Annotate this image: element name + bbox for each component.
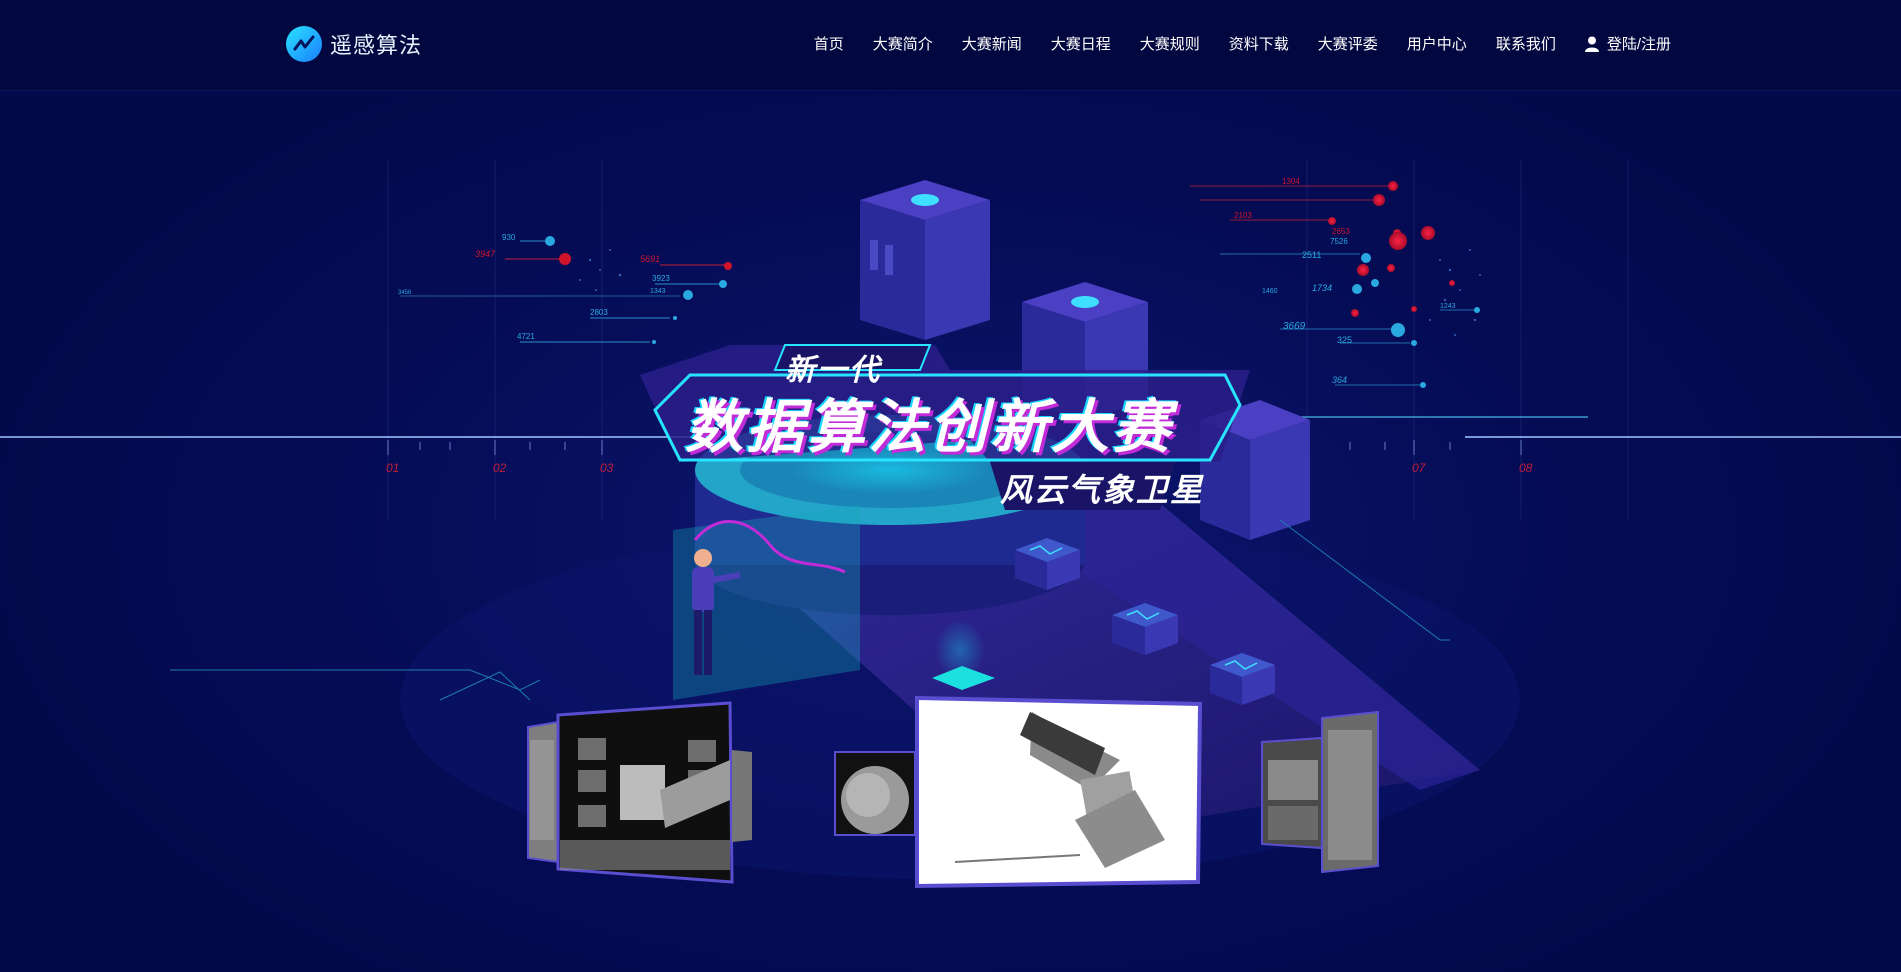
nav-item-rules[interactable]: 大赛规则 xyxy=(1140,33,1200,54)
marker-label: 1304 xyxy=(1282,177,1300,186)
login-register-label: 登陆/注册 xyxy=(1606,36,1671,53)
hero-title-block: 新一代 数据算法创新大赛 风云气象卫星 xyxy=(655,345,1255,525)
nav-item-home[interactable]: 首页 xyxy=(814,33,844,54)
marker-label: 1460 xyxy=(1262,288,1278,295)
gallery-card-right-1 xyxy=(1261,736,1323,850)
main-nav: 首页 大赛简介 大赛新闻 大赛日程 大赛规则 资料下载 大赛评委 用户中心 联系… xyxy=(814,33,1671,54)
marker-label: 1243 xyxy=(1440,303,1456,310)
marker-label: 325 xyxy=(1337,335,1352,345)
gallery-card-satellite-diagram xyxy=(556,701,734,884)
nav-item-news[interactable]: 大赛新闻 xyxy=(962,33,1022,54)
marker-label: 7526 xyxy=(1330,237,1348,246)
nav-item-contact[interactable]: 联系我们 xyxy=(1496,33,1556,54)
page: 遥感算法 首页 大赛简介 大赛新闻 大赛日程 大赛规则 资料下载 大赛评委 用户… xyxy=(0,0,1901,972)
gallery-card-earth xyxy=(834,751,916,836)
hero-illustration: 01 02 03 07 08 930 3947 5691 3923 1343 3… xyxy=(0,160,1901,889)
marker-label: 3456 xyxy=(398,290,412,296)
left-data-markers: 930 3947 5691 3923 1343 3456 2803 4721 xyxy=(398,233,732,344)
hero-title: 数据算法创新大赛 xyxy=(685,395,1174,460)
logo-icon xyxy=(286,26,322,62)
axis-tick-label: 07 xyxy=(1412,461,1427,475)
logo-text: 遥感算法 xyxy=(330,33,423,58)
marker-label: 3669 xyxy=(1283,321,1306,332)
user-icon xyxy=(1584,36,1599,52)
axis-tick-label: 02 xyxy=(493,461,507,475)
nav-item-judges[interactable]: 大赛评委 xyxy=(1318,33,1378,54)
marker-label: 2803 xyxy=(590,308,608,317)
marker-label: 3923 xyxy=(652,274,670,283)
axis-tick-label: 01 xyxy=(386,461,399,475)
login-register-link[interactable]: 登陆/注册 xyxy=(1584,33,1671,54)
nav-item-downloads[interactable]: 资料下载 xyxy=(1229,33,1289,54)
marker-label: 1343 xyxy=(650,288,666,295)
marker-label: 2103 xyxy=(1234,211,1252,220)
site-logo[interactable]: 遥感算法 xyxy=(286,26,422,62)
nav-item-schedule[interactable]: 大赛日程 xyxy=(1051,33,1111,54)
gallery-card-right-2 xyxy=(1321,710,1379,874)
gallery-card-satellite-main xyxy=(915,695,1203,889)
marker-label: 3947 xyxy=(475,249,496,259)
gallery-card-far-left xyxy=(527,720,559,864)
marker-label: 5691 xyxy=(640,254,660,264)
nav-item-user-center[interactable]: 用户中心 xyxy=(1407,33,1467,54)
marker-label: 2653 xyxy=(1332,227,1350,236)
gallery-card-small-right xyxy=(732,750,752,842)
server-tower-left xyxy=(860,180,990,340)
axis-tick-label: 03 xyxy=(600,461,614,475)
axis-tick-label: 08 xyxy=(1519,461,1533,475)
marker-label: 4721 xyxy=(517,332,535,341)
marker-label: 2511 xyxy=(1302,250,1321,260)
top-nav-bar: 遥感算法 首页 大赛简介 大赛新闻 大赛日程 大赛规则 资料下载 大赛评委 用户… xyxy=(0,0,1901,91)
hero-subtitle-bottom: 风云气象卫星 xyxy=(1000,472,1205,508)
marker-label: 364 xyxy=(1332,375,1347,385)
marker-label: 1734 xyxy=(1312,283,1332,293)
marker-label: 930 xyxy=(502,233,516,242)
nav-item-intro[interactable]: 大赛简介 xyxy=(873,33,933,54)
